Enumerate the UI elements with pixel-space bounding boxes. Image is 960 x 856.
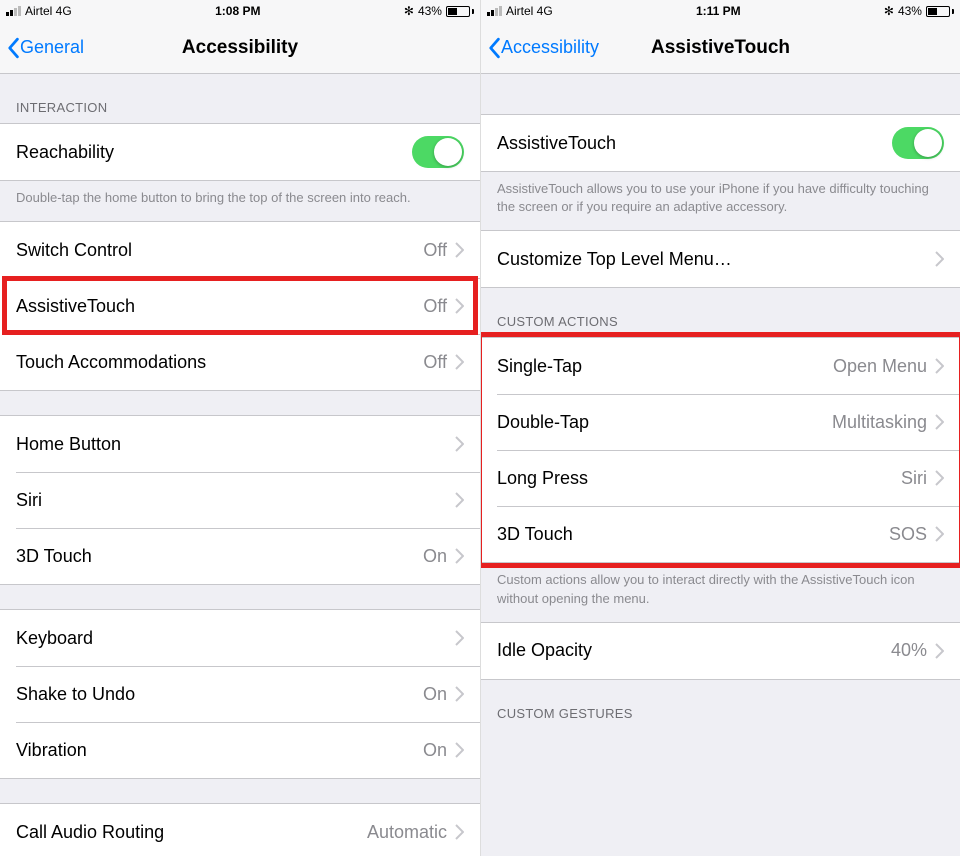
chevron-right-icon — [455, 242, 464, 258]
battery-percent: 43% — [898, 4, 922, 18]
row-switch-control[interactable]: Switch Control Off — [0, 222, 480, 278]
signal-icon — [487, 6, 502, 16]
chevron-right-icon — [935, 251, 944, 267]
row-label: Vibration — [16, 740, 423, 761]
chevron-right-icon — [455, 824, 464, 840]
row-keyboard[interactable]: Keyboard — [0, 610, 480, 666]
bluetooth-icon: ✻ — [884, 4, 894, 18]
chevron-left-icon — [487, 37, 501, 59]
chevron-right-icon — [455, 686, 464, 702]
bluetooth-icon: ✻ — [404, 4, 414, 18]
back-button[interactable]: Accessibility — [481, 37, 599, 59]
row-label: Touch Accommodations — [16, 352, 423, 373]
chevron-right-icon — [455, 548, 464, 564]
back-label: Accessibility — [501, 37, 599, 58]
custom-actions-footer: Custom actions allow you to interact dir… — [481, 563, 960, 621]
row-label: Reachability — [16, 142, 412, 163]
row-3d-touch-action[interactable]: 3D Touch SOS — [481, 506, 960, 562]
chevron-right-icon — [455, 742, 464, 758]
status-bar: Airtel 4G 1:08 PM ✻ 43% — [0, 0, 480, 22]
row-long-press[interactable]: Long Press Siri — [481, 450, 960, 506]
row-value: On — [423, 684, 447, 705]
toggle-on-icon[interactable] — [892, 127, 944, 159]
status-bar: Airtel 4G 1:11 PM ✻ 43% — [481, 0, 960, 22]
chevron-right-icon — [455, 630, 464, 646]
row-value: Off — [423, 352, 447, 373]
chevron-right-icon — [935, 526, 944, 542]
battery-icon — [926, 6, 954, 17]
nav-bar: Accessibility AssistiveTouch — [481, 22, 960, 74]
row-label: Keyboard — [16, 628, 455, 649]
row-label: Customize Top Level Menu… — [497, 249, 935, 270]
chevron-right-icon — [935, 470, 944, 486]
chevron-left-icon — [6, 37, 20, 59]
status-time: 1:11 PM — [696, 4, 741, 18]
row-touch-accommodations[interactable]: Touch Accommodations Off — [0, 334, 480, 390]
chevron-right-icon — [935, 358, 944, 374]
section-header-custom-gestures: CUSTOM GESTURES — [481, 680, 960, 729]
row-single-tap[interactable]: Single-Tap Open Menu — [481, 338, 960, 394]
screen-assistivetouch: Airtel 4G 1:11 PM ✻ 43% Accessibility As… — [480, 0, 960, 856]
row-shake-to-undo[interactable]: Shake to Undo On — [0, 666, 480, 722]
row-label: Long Press — [497, 468, 901, 489]
row-value: Open Menu — [833, 356, 927, 377]
row-value: 40% — [891, 640, 927, 661]
row-assistivetouch-toggle[interactable]: AssistiveTouch — [481, 115, 960, 171]
chevron-right-icon — [935, 414, 944, 430]
row-vibration[interactable]: Vibration On — [0, 722, 480, 778]
settings-scroll[interactable]: INTERACTION Reachability Double-tap the … — [0, 74, 480, 856]
signal-icon — [6, 6, 21, 16]
assistivetouch-footer: AssistiveTouch allows you to use your iP… — [481, 172, 960, 230]
battery-percent: 43% — [418, 4, 442, 18]
back-button[interactable]: General — [0, 37, 84, 59]
row-value: On — [423, 546, 447, 567]
row-value: Multitasking — [832, 412, 927, 433]
row-label: AssistiveTouch — [497, 133, 892, 154]
row-value: Automatic — [367, 822, 447, 843]
row-value: Off — [423, 240, 447, 261]
row-label: Single-Tap — [497, 356, 833, 377]
row-idle-opacity[interactable]: Idle Opacity 40% — [481, 623, 960, 679]
row-label: 3D Touch — [16, 546, 423, 567]
row-call-audio-routing[interactable]: Call Audio Routing Automatic — [0, 804, 480, 856]
row-value: Off — [423, 296, 447, 317]
row-assistivetouch[interactable]: AssistiveTouch Off — [0, 278, 480, 334]
row-label: AssistiveTouch — [16, 296, 423, 317]
section-header-interaction: INTERACTION — [0, 74, 480, 123]
row-siri[interactable]: Siri — [0, 472, 480, 528]
row-label: Home Button — [16, 434, 455, 455]
row-home-button[interactable]: Home Button — [0, 416, 480, 472]
section-header-custom-actions: CUSTOM ACTIONS — [481, 288, 960, 337]
row-label: Double-Tap — [497, 412, 832, 433]
chevron-right-icon — [935, 643, 944, 659]
status-time: 1:08 PM — [215, 4, 260, 18]
row-value: SOS — [889, 524, 927, 545]
carrier-label: Airtel 4G — [25, 4, 72, 18]
back-label: General — [20, 37, 84, 58]
row-customize-top-level-menu[interactable]: Customize Top Level Menu… — [481, 231, 960, 287]
chevron-right-icon — [455, 298, 464, 314]
toggle-on-icon[interactable] — [412, 136, 464, 168]
row-label: 3D Touch — [497, 524, 889, 545]
row-label: Idle Opacity — [497, 640, 891, 661]
chevron-right-icon — [455, 354, 464, 370]
row-double-tap[interactable]: Double-Tap Multitasking — [481, 394, 960, 450]
battery-icon — [446, 6, 474, 17]
row-value: Siri — [901, 468, 927, 489]
carrier-label: Airtel 4G — [506, 4, 553, 18]
row-label: Call Audio Routing — [16, 822, 367, 843]
settings-scroll[interactable]: AssistiveTouch AssistiveTouch allows you… — [481, 74, 960, 856]
row-value: On — [423, 740, 447, 761]
chevron-right-icon — [455, 436, 464, 452]
nav-bar: General Accessibility — [0, 22, 480, 74]
reachability-footer: Double-tap the home button to bring the … — [0, 181, 480, 221]
row-label: Shake to Undo — [16, 684, 423, 705]
chevron-right-icon — [455, 492, 464, 508]
row-label: Switch Control — [16, 240, 423, 261]
row-reachability[interactable]: Reachability — [0, 124, 480, 180]
row-label: Siri — [16, 490, 455, 511]
screen-accessibility: Airtel 4G 1:08 PM ✻ 43% General Accessib… — [0, 0, 480, 856]
row-3d-touch[interactable]: 3D Touch On — [0, 528, 480, 584]
